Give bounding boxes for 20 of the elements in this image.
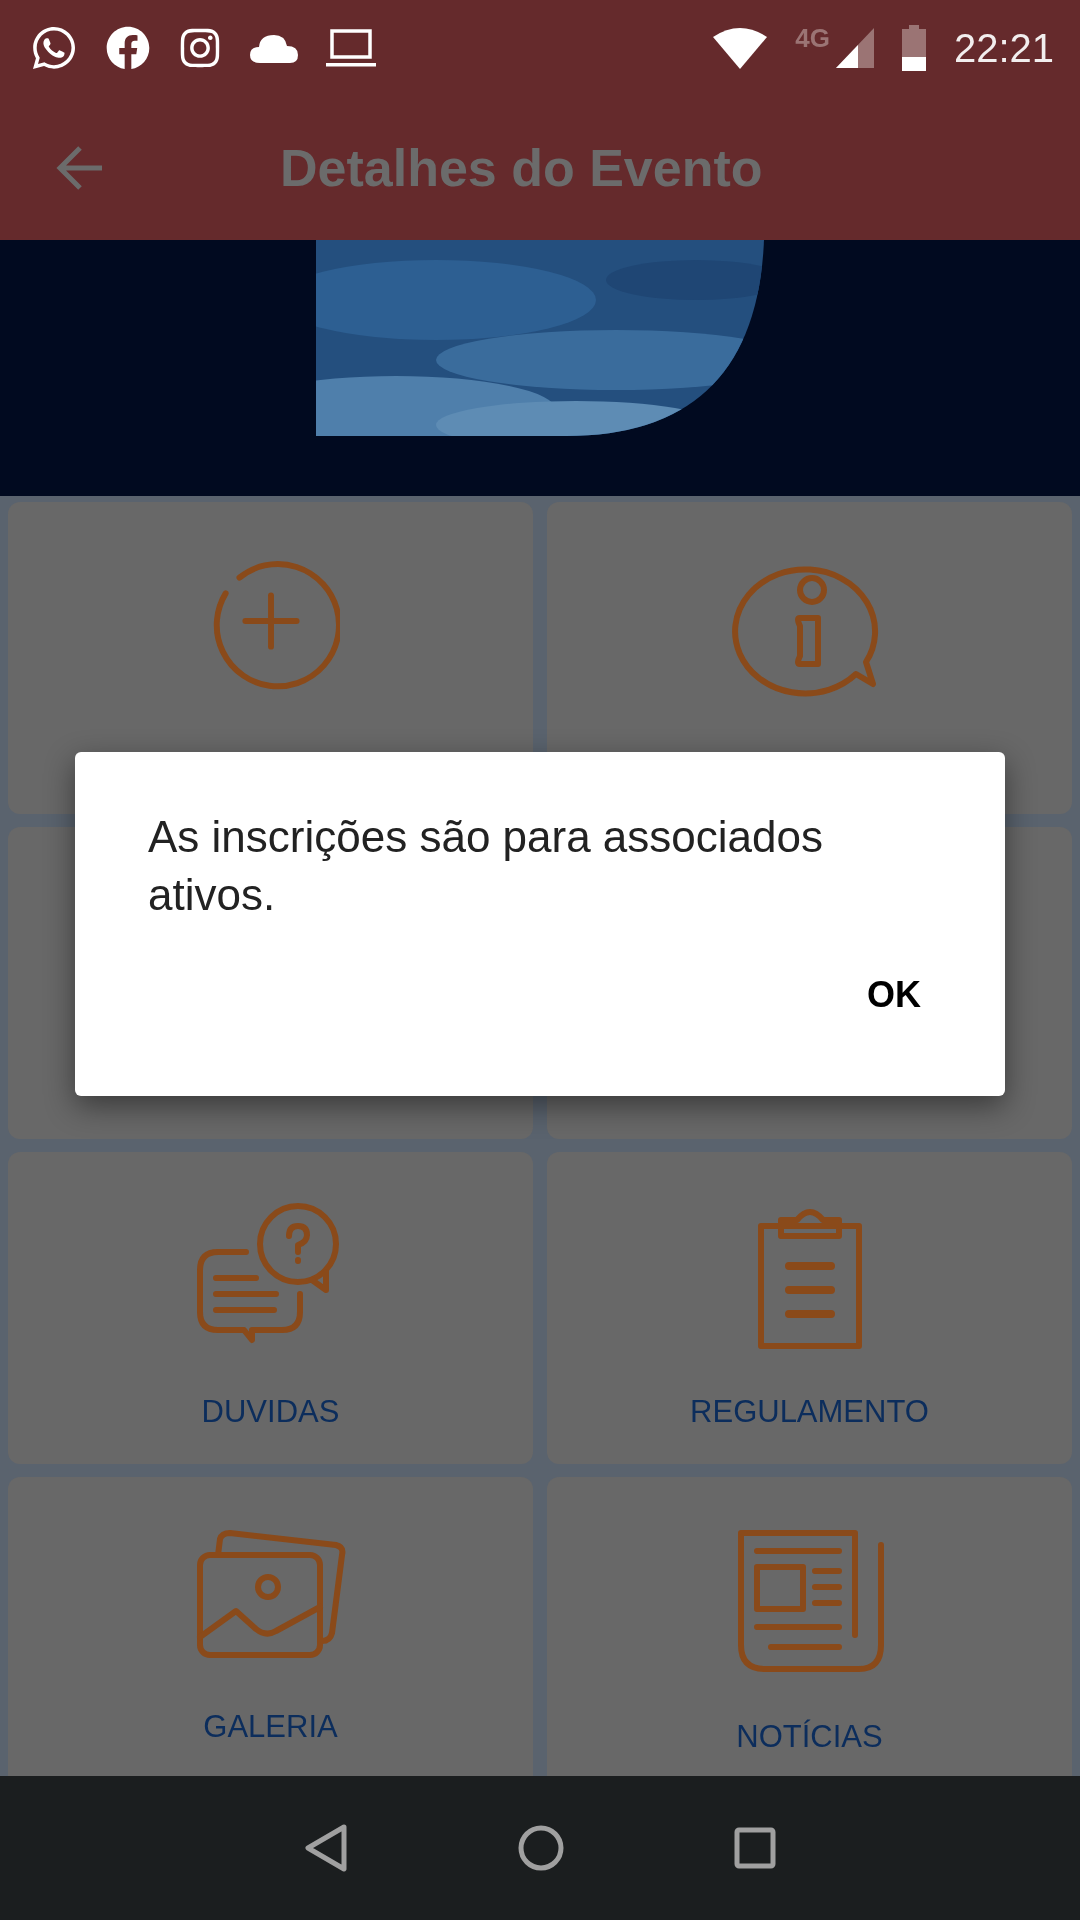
facebook-icon <box>106 26 150 70</box>
instagram-icon <box>178 26 222 70</box>
ok-button[interactable]: OK <box>843 960 945 1030</box>
cloud-icon <box>250 33 298 63</box>
menu-tile[interactable]: GALERIA <box>8 1477 533 1776</box>
laptop-icon <box>326 27 376 69</box>
menu-tile[interactable]: NOTÍCIAS <box>547 1477 1072 1776</box>
menu-tile[interactable]: DUVIDAS <box>8 1152 533 1464</box>
battery-icon <box>901 25 926 71</box>
network-type: 4G <box>795 22 830 54</box>
menu-tile[interactable]: REGULAMENTO <box>547 1152 1072 1464</box>
signal-icon <box>835 28 874 68</box>
wifi-icon <box>713 27 768 69</box>
home-icon[interactable] <box>517 1824 565 1872</box>
clock: 22:21 <box>953 25 1054 71</box>
recents-icon[interactable] <box>733 1827 776 1869</box>
whatsapp-icon <box>30 24 78 72</box>
screen-title: Detalhes do Evento <box>280 138 763 198</box>
dialog-message: As inscrições são para associados ativos. <box>148 811 824 921</box>
back-icon[interactable] <box>304 1823 349 1873</box>
